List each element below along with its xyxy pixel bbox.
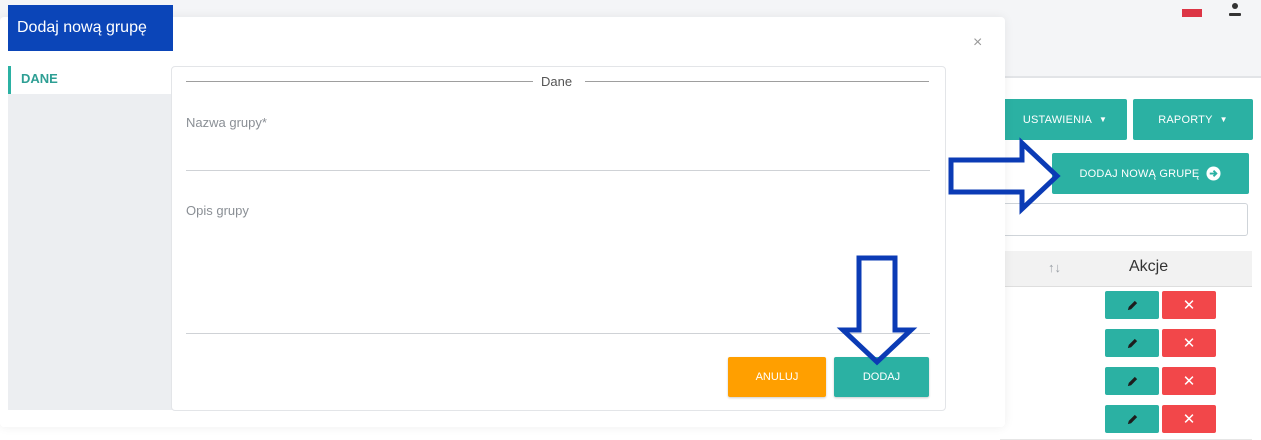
flag-icon[interactable] bbox=[1182, 9, 1202, 17]
add-new-group-button[interactable]: DODAJ NOWĄ GRUPĘ bbox=[1052, 153, 1249, 194]
add-new-group-label: DODAJ NOWĄ GRUPĘ bbox=[1079, 167, 1200, 180]
delete-button[interactable]: ✕ bbox=[1162, 329, 1216, 357]
edit-button[interactable] bbox=[1105, 329, 1159, 357]
chevron-down-icon: ▼ bbox=[1099, 115, 1108, 124]
group-name-underline bbox=[186, 170, 930, 171]
close-icon[interactable]: × bbox=[973, 34, 982, 52]
edit-button[interactable] bbox=[1105, 291, 1159, 319]
fieldset-legend: Dane bbox=[541, 74, 573, 89]
group-description-underline bbox=[186, 333, 930, 334]
pencil-icon bbox=[1127, 338, 1137, 348]
user-icon[interactable] bbox=[1226, 2, 1244, 20]
close-icon: ✕ bbox=[1182, 373, 1196, 390]
group-name-input[interactable] bbox=[186, 136, 930, 170]
reports-menu-label: RAPORTY bbox=[1158, 113, 1213, 126]
modal-sidebar: DANE bbox=[8, 66, 172, 410]
pencil-icon bbox=[1127, 300, 1137, 310]
delete-button[interactable]: ✕ bbox=[1162, 405, 1216, 433]
add-button[interactable]: DODAJ bbox=[834, 357, 929, 397]
pencil-icon bbox=[1127, 414, 1137, 424]
delete-button[interactable]: ✕ bbox=[1162, 367, 1216, 395]
table-row: ✕ bbox=[1000, 287, 1252, 326]
legend-divider-right bbox=[585, 81, 929, 82]
close-icon: ✕ bbox=[1182, 411, 1196, 428]
chevron-down-icon: ▼ bbox=[1219, 115, 1228, 124]
group-description-label: Opis grupy bbox=[186, 203, 249, 218]
tab-dane[interactable]: DANE bbox=[8, 66, 172, 94]
settings-menu-button[interactable]: USTAWIENIA ▼ bbox=[1003, 99, 1127, 140]
close-icon: ✕ bbox=[1182, 297, 1196, 314]
table-header: ↑↓ Akcje bbox=[1000, 251, 1252, 287]
edit-button[interactable] bbox=[1105, 367, 1159, 395]
close-icon: ✕ bbox=[1182, 335, 1196, 352]
table-row: ✕ bbox=[1000, 363, 1252, 402]
legend-divider-left bbox=[186, 81, 533, 82]
table-row: ✕ bbox=[1000, 401, 1252, 440]
delete-button[interactable]: ✕ bbox=[1162, 291, 1216, 319]
settings-menu-label: USTAWIENIA bbox=[1022, 113, 1093, 126]
sort-icon[interactable]: ↑↓ bbox=[1048, 260, 1061, 275]
arrow-circle-right-icon bbox=[1206, 166, 1221, 181]
actions-column-header: Akcje bbox=[1129, 258, 1169, 275]
cancel-button[interactable]: ANULUJ bbox=[728, 357, 826, 397]
search-input[interactable] bbox=[1000, 203, 1248, 236]
reports-menu-button[interactable]: RAPORTY ▼ bbox=[1133, 99, 1253, 140]
group-name-label: Nazwa grupy* bbox=[186, 115, 267, 130]
table-row: ✕ bbox=[1000, 325, 1252, 364]
edit-button[interactable] bbox=[1105, 405, 1159, 433]
pencil-icon bbox=[1127, 376, 1137, 386]
modal-title: Dodaj nową grupę bbox=[8, 5, 173, 51]
group-description-textarea[interactable] bbox=[186, 224, 930, 332]
